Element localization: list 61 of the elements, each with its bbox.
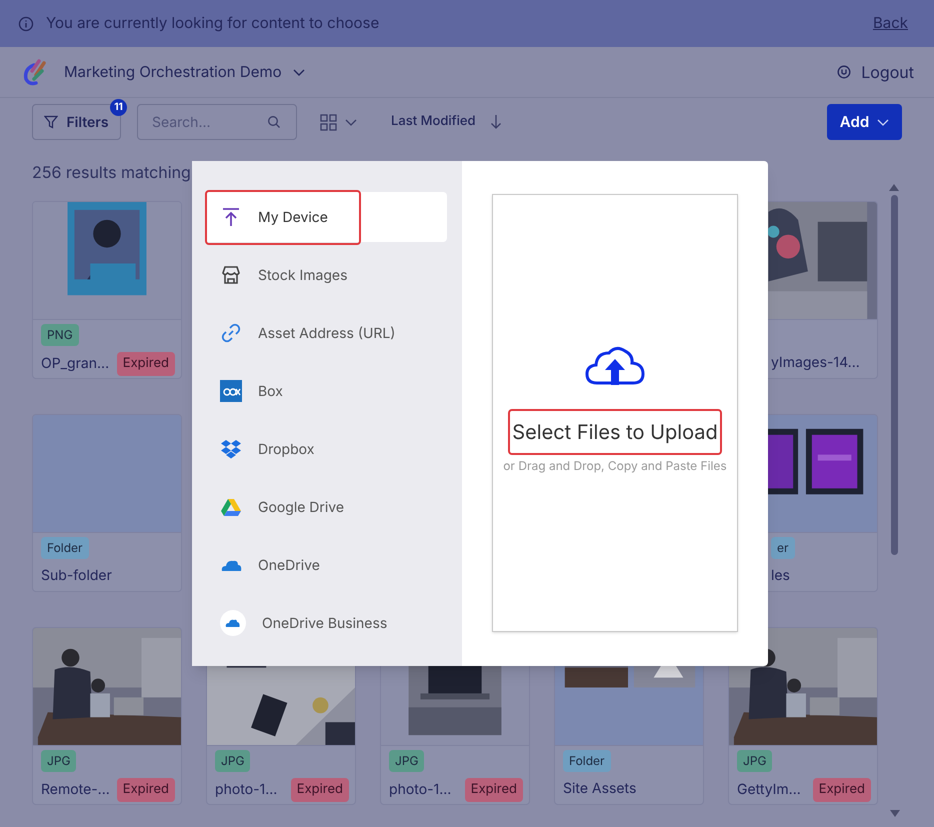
drive-triangle-icon — [220, 496, 242, 518]
workspace-selector[interactable]: Marketing Orchestration Demo — [64, 60, 306, 84]
banner-message: You are currently looking for content to choose — [46, 12, 380, 34]
type-tag: JPG — [389, 750, 424, 772]
upload-title[interactable]: Select Files to Upload — [508, 409, 722, 455]
asset-name: Sub-folder — [41, 566, 112, 586]
asset-name: les — [771, 566, 790, 586]
scroll-up-icon[interactable] — [889, 183, 899, 191]
source-item[interactable]: My Device — [205, 192, 447, 242]
scroll-down-icon[interactable] — [890, 810, 900, 818]
asset-card[interactable]: PNG OP_gran... Expired — [32, 201, 182, 379]
asset-card[interactable]: JPG Remote-... Expired — [32, 627, 182, 805]
expired-badge: Expired — [116, 352, 175, 376]
asset-name: Remote-... — [41, 780, 110, 800]
source-item[interactable]: OneDrive — [205, 540, 447, 590]
filter-count-badge: 11 — [110, 99, 127, 116]
type-tag: JPG — [737, 750, 772, 772]
source-item[interactable]: Box — [205, 366, 447, 416]
expired-badge: Expired — [116, 778, 175, 802]
search-icon — [267, 115, 281, 129]
asset-name: yImages-14... — [771, 353, 860, 373]
upload-icon — [220, 206, 242, 228]
source-item[interactable]: Asset Address (URL) — [205, 308, 447, 358]
asset-card[interactable]: JPG GettyIm... Expired — [728, 627, 878, 805]
upload-hint: or Drag and Drop, Copy and Paste Files — [503, 457, 727, 475]
link-icon — [220, 322, 242, 344]
asset-name: GettyIm... — [737, 780, 801, 800]
info-icon — [18, 16, 34, 32]
asset-name: Site Assets — [563, 779, 636, 799]
storefront-icon — [220, 264, 242, 286]
cloud-icon — [220, 610, 246, 636]
type-tag: PNG — [41, 324, 79, 346]
sort-button[interactable]: Last Modified — [391, 112, 476, 132]
cloud-upload-icon — [585, 345, 645, 385]
expired-badge: Expired — [290, 778, 349, 802]
arrow-down-icon — [490, 114, 502, 130]
grid-icon[interactable] — [320, 114, 337, 130]
expired-badge: Expired — [464, 778, 523, 802]
type-tag: Folder — [563, 750, 611, 772]
filter-icon — [44, 115, 58, 129]
add-button[interactable]: Add — [827, 104, 902, 140]
logout-button[interactable]: Logout — [837, 60, 914, 84]
asset-card[interactable]: Folder Sub-folder — [32, 414, 182, 592]
source-item[interactable]: Google Drive — [205, 482, 447, 532]
type-tag: er — [771, 537, 795, 559]
box-logo-icon — [220, 380, 242, 402]
expired-badge: Expired — [812, 778, 871, 802]
results-count: 256 results matching — [32, 162, 191, 182]
asset-name: photo-1... — [215, 780, 278, 800]
power-icon — [837, 65, 852, 79]
source-item[interactable]: Stock Images — [205, 250, 447, 300]
drop-zone[interactable]: Select Files to Upload or Drag and Drop, Copy and Paste Files — [492, 194, 738, 632]
asset-name: photo-1... — [389, 780, 452, 800]
asset-name: OP_gran... — [41, 354, 110, 374]
source-item[interactable]: Dropbox — [205, 424, 447, 474]
search-field[interactable]: Search... — [137, 104, 297, 140]
type-tag: JPG — [215, 750, 250, 772]
back-link[interactable]: Back — [872, 12, 908, 35]
type-tag: JPG — [41, 750, 76, 772]
type-tag: Folder — [41, 537, 89, 559]
dropbox-icon — [220, 438, 242, 460]
